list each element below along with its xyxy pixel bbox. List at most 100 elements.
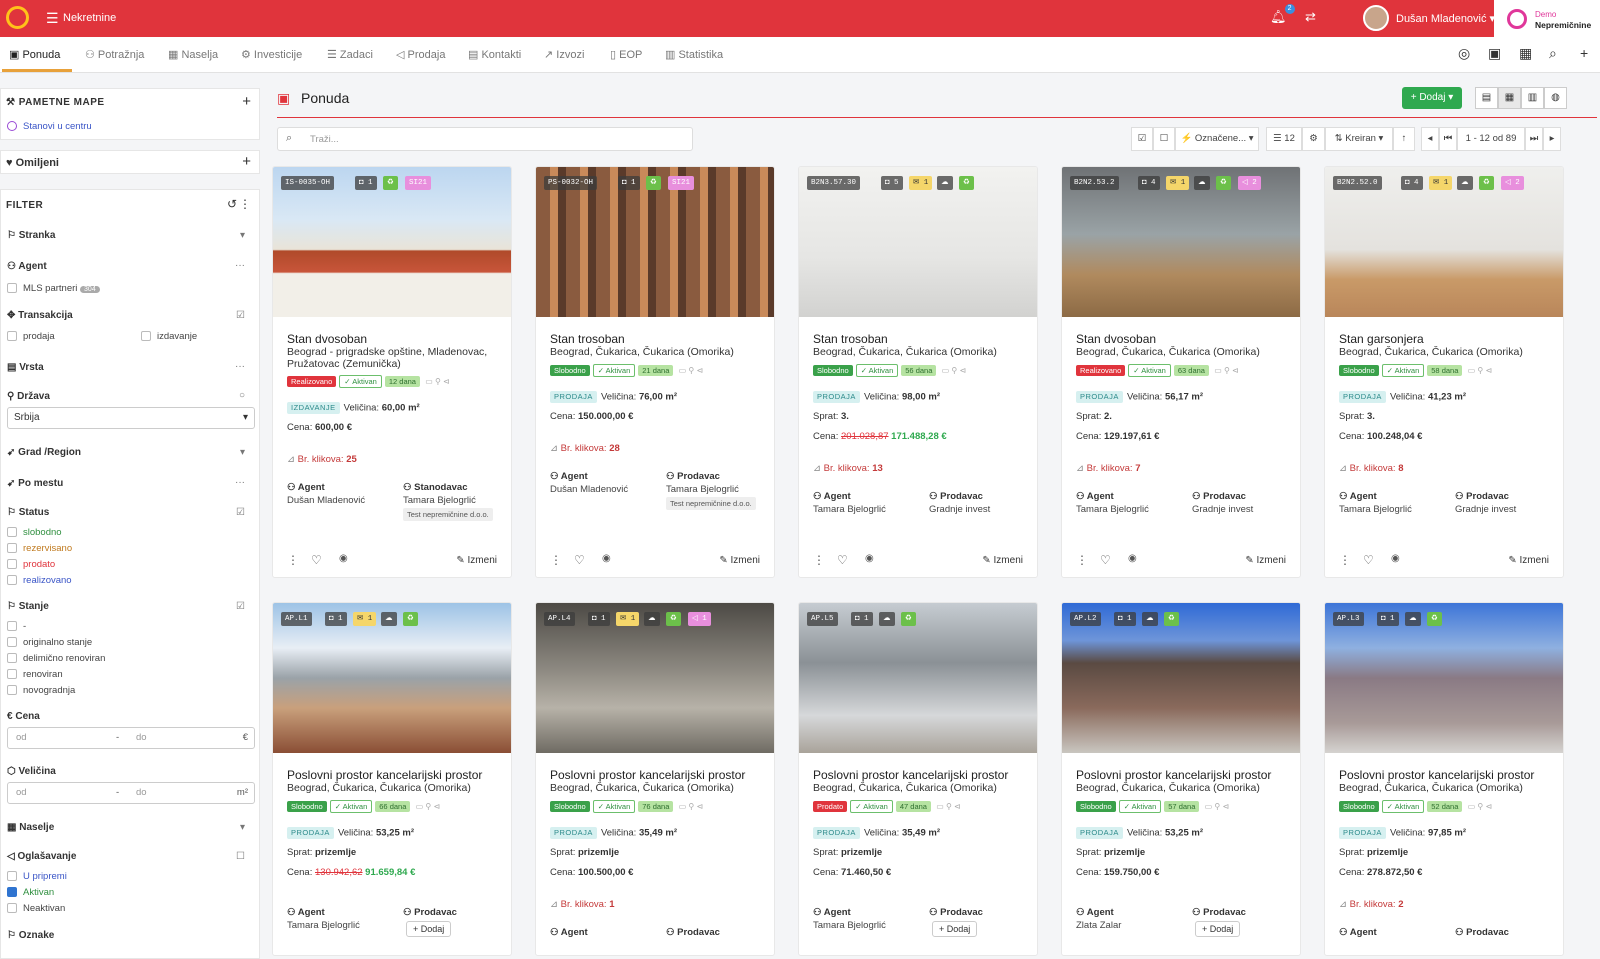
smart-map-item[interactable]: Stanovi u centru <box>7 121 92 132</box>
prev-page-icon[interactable]: ◂ <box>1421 127 1439 151</box>
app-logo[interactable] <box>6 6 29 29</box>
next-page-icon[interactable]: ▸ <box>1543 127 1561 151</box>
filter-transakcija[interactable]: ✥ Transakcija <box>7 310 73 321</box>
listing-title[interactable]: Stan garsonjera <box>1339 332 1559 346</box>
status-prodato[interactable]: prodato <box>7 559 55 570</box>
filter-vrsta[interactable]: ▤ Vrsta <box>7 362 44 373</box>
listing-photo[interactable]: AP.L1 ◘ 1 ✉ 1 ☁ ♻ <box>273 603 511 753</box>
listing-title[interactable]: Poslovni prostor kancelarijski prostor <box>1076 768 1296 782</box>
edit-button[interactable]: ✎ Izmeni <box>982 555 1023 566</box>
circle-icon[interactable]: ○ <box>239 390 245 401</box>
listing-photo[interactable]: AP.L3 ◘ 1 ☁ ♻ <box>1325 603 1563 753</box>
edit-button[interactable]: ✎ Izmeni <box>1508 555 1549 566</box>
heart-icon[interactable]: ♡ <box>311 553 322 567</box>
checkbox[interactable] <box>7 871 17 881</box>
listing-card[interactable]: B2N2.53.2 ◘ 4 ✉ 1 ☁ ♻ ◁ 2 Stan dvosoban Beograd… <box>1061 166 1301 578</box>
settings-icon[interactable]: ⚙ <box>1302 127 1325 151</box>
swap-icon[interactable]: ⇄ <box>1305 9 1316 25</box>
checkbox[interactable] <box>7 685 17 695</box>
chevron-down-icon[interactable]: ▾ <box>240 230 245 241</box>
avatar[interactable] <box>1363 5 1389 31</box>
listing-photo[interactable]: PS-0032-OH ◘ 1 ♻ SI21 <box>536 167 774 317</box>
listing-photo[interactable]: B2N2.52.0 ◘ 4 ✉ 1 ☁ ♻ ◁ 2 <box>1325 167 1563 317</box>
heart-icon[interactable]: ♡ <box>1100 553 1111 567</box>
select-all-icon[interactable]: ☑ <box>1131 127 1153 151</box>
screens-icon[interactable]: ▣ <box>1488 45 1501 62</box>
checkbox[interactable] <box>7 331 17 341</box>
search-input[interactable]: ⌕ Traži... <box>277 127 693 151</box>
filter-drzava[interactable]: ⚲ Država <box>7 391 50 402</box>
reset-filter-icon[interactable]: ↺ <box>227 197 237 211</box>
favorites-panel[interactable]: ♥ Omiljeni + <box>0 150 260 174</box>
eye-icon[interactable]: ◉ <box>865 553 874 564</box>
listing-title[interactable]: Poslovni prostor kancelarijski prostor <box>287 768 507 782</box>
marked-actions-dropdown[interactable]: ⚡ Označene... ▾ <box>1175 127 1259 151</box>
tab-investicije[interactable]: ⚙ Investicije <box>241 37 302 72</box>
search-icon[interactable]: ⌕ <box>1549 45 1557 62</box>
checkbox[interactable] <box>7 559 17 569</box>
tab-eop[interactable]: ▯ EOP <box>610 37 642 72</box>
status-slobodno[interactable]: slobodno <box>7 527 62 538</box>
size-range[interactable]: od - do m² <box>7 782 255 804</box>
list-view-icon[interactable]: ▤ <box>1475 87 1498 109</box>
first-page-icon[interactable]: ⏮ <box>1439 127 1457 151</box>
listing-photo[interactable]: IS-0035-OH ◘ 1 ♻ SI21 <box>273 167 511 317</box>
eye-icon[interactable]: ◉ <box>1128 553 1137 564</box>
checkbox[interactable] <box>7 903 17 913</box>
add-button[interactable]: + Dodaj ▾ <box>1402 87 1462 109</box>
filter-oglasavanje[interactable]: ◁ Oglašavanje <box>7 851 76 862</box>
checkbox-icon[interactable]: ☑ <box>236 507 245 518</box>
checkbox[interactable] <box>7 575 17 585</box>
eye-icon[interactable]: ◉ <box>602 553 611 564</box>
stanje-option[interactable]: - <box>7 621 26 632</box>
more-icon[interactable]: ··· <box>235 260 245 271</box>
stanje-option[interactable]: novogradnja <box>7 685 75 696</box>
listing-title[interactable]: Stan dvosoban <box>1076 332 1296 346</box>
stanje-option[interactable]: delimično renoviran <box>7 653 105 664</box>
more-icon[interactable]: ⋮ <box>813 553 825 567</box>
option-prodaja[interactable]: prodaja <box>7 331 55 342</box>
filter-more-icon[interactable]: ⋮ <box>239 197 251 211</box>
heart-icon[interactable]: ♡ <box>837 553 848 567</box>
checkbox[interactable] <box>7 283 17 293</box>
per-page-dropdown[interactable]: ☰ 12 <box>1266 127 1302 151</box>
grid-view-icon[interactable]: ▦ <box>1498 87 1521 109</box>
tab-statistika[interactable]: ▥ Statistika <box>665 37 723 72</box>
listing-photo[interactable]: AP.L4 ◘ 1 ✉ 1 ☁ ♻ ◁ 1 <box>536 603 774 753</box>
listing-card[interactable]: IS-0035-OH ◘ 1 ♻ SI21 Stan dvosoban Beograd -… <box>272 166 512 578</box>
listing-card[interactable]: AP.L5 ◘ 1 ☁ ♻ Poslovni prostor kancelarijski… <box>798 602 1038 956</box>
add-owner-button[interactable]: + Dodaj <box>932 921 978 937</box>
ogl-u-pripremi[interactable]: U pripremi <box>7 871 67 882</box>
add-icon[interactable]: + <box>1580 45 1588 61</box>
stanje-option[interactable]: renoviran <box>7 669 63 680</box>
checkbox-icon[interactable]: ☑ <box>236 310 245 321</box>
size-from-input[interactable]: od <box>16 787 27 798</box>
listing-card[interactable]: AP.L2 ◘ 1 ☁ ♻ Poslovni prostor kancelarijski… <box>1061 602 1301 956</box>
price-range[interactable]: od - do € <box>7 727 255 749</box>
sort-direction-icon[interactable]: ↑ <box>1393 127 1415 151</box>
heart-icon[interactable]: ♡ <box>1363 553 1374 567</box>
filter-stranka[interactable]: ⚐ Stranka <box>7 230 55 241</box>
price-from-input[interactable]: od <box>16 732 27 743</box>
checkbox-checked[interactable] <box>7 887 17 897</box>
chevron-down-icon[interactable]: ▾ <box>240 822 245 833</box>
listing-title[interactable]: Stan trosoban <box>550 332 770 346</box>
listing-card[interactable]: PS-0032-OH ◘ 1 ♻ SI21 Stan trosoban Beograd, … <box>535 166 775 578</box>
more-icon[interactable]: ··· <box>235 361 245 372</box>
color-wheel-icon[interactable]: ◎ <box>1458 45 1470 62</box>
checkbox-icon[interactable]: ☐ <box>236 851 245 862</box>
last-page-icon[interactable]: ⏭ <box>1525 127 1543 151</box>
company-switcher[interactable]: Demo Nepremičnine <box>1494 0 1600 37</box>
tab-potraznja[interactable]: ⚇ Potražnja <box>85 37 144 72</box>
filter-status[interactable]: ⚐ Status <box>7 507 49 518</box>
tab-prodaja[interactable]: ◁ Prodaja <box>396 37 445 72</box>
edit-button[interactable]: ✎ Izmeni <box>456 555 497 566</box>
edit-button[interactable]: ✎ Izmeni <box>1245 555 1286 566</box>
listing-card[interactable]: B2N3.57.30 ◘ 5 ✉ 1 ☁ ♻ Stan trosoban Beograd, … <box>798 166 1038 578</box>
more-icon[interactable]: ··· <box>235 477 245 488</box>
heart-icon[interactable]: ♡ <box>574 553 585 567</box>
filter-agent[interactable]: ⚇ Agent <box>7 261 47 272</box>
sort-dropdown[interactable]: ⇅ Kreiran ▾ <box>1325 127 1393 151</box>
checkbox[interactable] <box>7 669 17 679</box>
option-izdavanje[interactable]: izdavanje <box>141 331 197 342</box>
